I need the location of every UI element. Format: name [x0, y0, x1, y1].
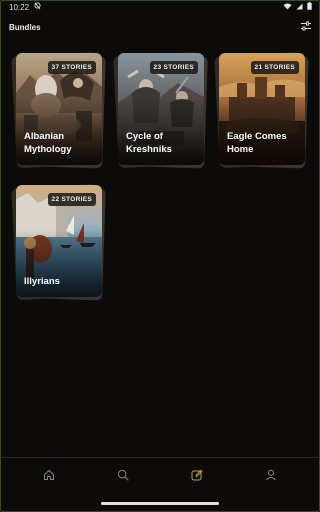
story-count-badge: 21 STORIES	[250, 61, 299, 74]
bundle-cover-image: 21 STORIES Eagle Comes Home	[219, 53, 305, 165]
nav-home[interactable]	[37, 465, 61, 489]
nav-search[interactable]	[111, 465, 135, 489]
story-count-badge: 37 STORIES	[47, 61, 96, 74]
bottom-navigation	[0, 457, 320, 495]
signal-icon	[296, 3, 303, 12]
bundle-cover-image: 22 STORIES Illyrians	[16, 185, 102, 297]
story-count-badge: 22 STORIES	[47, 193, 96, 206]
profile-icon	[265, 468, 277, 486]
search-icon	[117, 468, 129, 486]
nav-create[interactable]	[185, 465, 209, 489]
bundle-title: Albanian Mythology	[24, 131, 72, 155]
bundle-title: Cycle of Kreshniks	[126, 131, 172, 155]
bundle-cover-image: 37 STORIES Albanian Mythology	[16, 53, 102, 165]
bundle-card-eagle-comes-home[interactable]: 21 STORIES Eagle Comes Home	[214, 51, 309, 169]
bundle-title: Eagle Comes Home	[227, 131, 287, 155]
battery-icon	[307, 2, 312, 12]
bundle-title: Illyrians	[24, 276, 60, 287]
wifi-icon	[283, 3, 292, 12]
bundle-card-cycle-of-kreshniks[interactable]: 23 STORIES Cycle of Kreshniks	[113, 51, 208, 169]
status-bar: 10:22	[0, 0, 320, 14]
edit-icon	[191, 468, 203, 486]
location-off-icon	[34, 2, 41, 12]
status-time: 10:22	[9, 2, 30, 12]
nav-profile[interactable]	[259, 465, 283, 489]
bundle-card-illyrians[interactable]: 22 STORIES Illyrians	[11, 183, 106, 301]
bundle-card-albanian-mythology[interactable]: 37 STORIES Albanian Mythology	[11, 51, 106, 169]
page-title: Bundles	[9, 22, 41, 32]
story-count-badge: 23 STORIES	[149, 61, 198, 74]
header: Bundles	[9, 18, 312, 36]
filter-icon[interactable]	[300, 18, 312, 36]
home-indicator[interactable]	[101, 502, 219, 505]
home-icon	[43, 468, 55, 486]
bundle-cover-image: 23 STORIES Cycle of Kreshniks	[118, 53, 204, 165]
